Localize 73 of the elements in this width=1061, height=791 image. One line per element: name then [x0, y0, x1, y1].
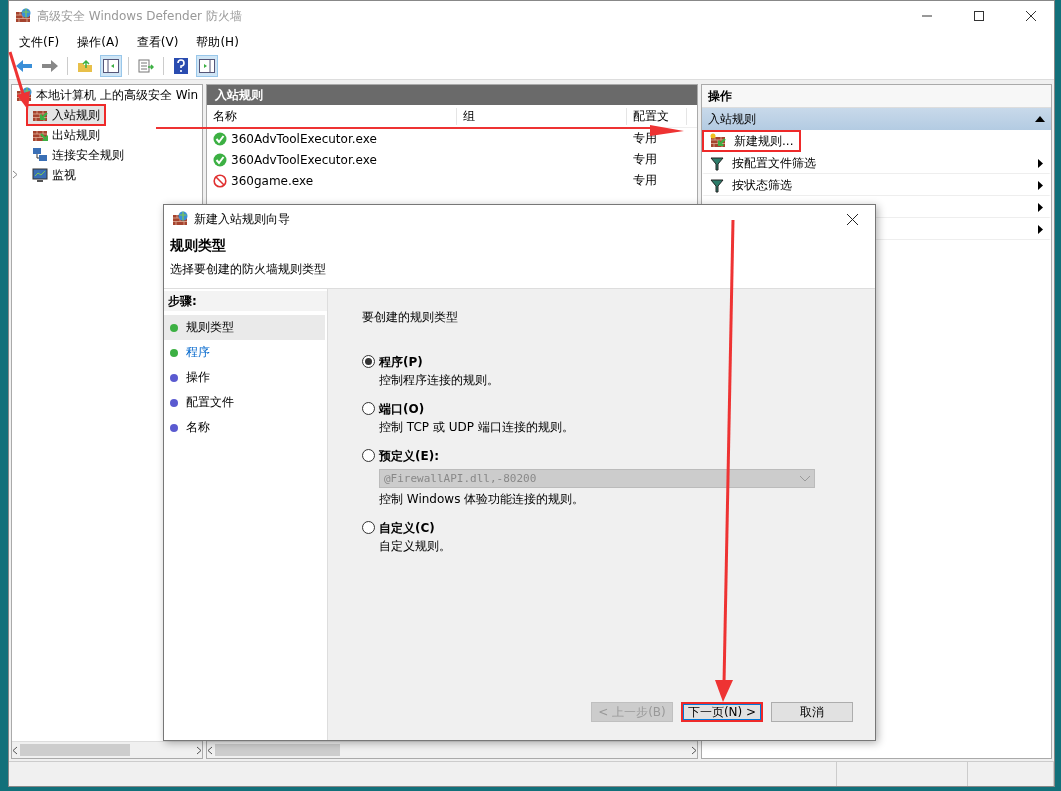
- firewall-icon: [15, 8, 31, 24]
- tree-root[interactable]: 本地计算机 上的高级安全 Win: [36, 86, 199, 104]
- radio-button[interactable]: [362, 521, 375, 534]
- page-subtitle: 选择要创建的防火墙规则类型: [170, 261, 327, 278]
- menu-item[interactable]: 查看(V): [134, 33, 181, 51]
- tree-item[interactable]: 出站规则: [26, 124, 106, 146]
- prompt-text: 要创建的规则类型: [362, 309, 459, 326]
- wizard-step[interactable]: 配置文件: [164, 390, 325, 415]
- action-item[interactable]: 按状态筛选: [702, 174, 1051, 196]
- option-label[interactable]: 预定义(E):: [379, 448, 815, 465]
- radio-button[interactable]: [362, 402, 375, 415]
- scroll-left-icon[interactable]: [12, 745, 18, 755]
- wizard-button[interactable]: 下一页(N) >: [681, 702, 763, 722]
- action-item[interactable]: 按配置文件筛选: [702, 152, 1051, 174]
- menu-item[interactable]: 帮助(H): [194, 33, 241, 51]
- option-description: 控制程序连接的规则。: [379, 372, 499, 389]
- wizard-step[interactable]: 程序: [164, 340, 325, 365]
- scroll-left-icon[interactable]: [207, 745, 213, 755]
- computers-icon: [32, 147, 48, 163]
- new-rule-icon: [710, 133, 726, 149]
- scroll-right-icon[interactable]: [196, 745, 202, 755]
- page-heading: 规则类型: [170, 237, 227, 255]
- action-section[interactable]: 入站规则: [702, 108, 1051, 130]
- menu-item[interactable]: 操作(A): [75, 33, 121, 51]
- tree-item[interactable]: 监视: [26, 164, 82, 186]
- horizontal-scrollbar[interactable]: [12, 741, 202, 758]
- table-cell-text: 专用: [632, 151, 658, 168]
- option-description: 控制 Windows 体验功能连接的规则。: [379, 491, 586, 508]
- filter-icon: [710, 156, 724, 171]
- pane-header: 操作: [702, 85, 1051, 108]
- table-cell-text: 专用: [632, 172, 658, 189]
- close-icon[interactable]: [1026, 11, 1036, 21]
- check-icon: [213, 152, 227, 167]
- table-cell: 360AdvToolExecutor.exe: [207, 152, 457, 167]
- action-item[interactable]: 新建规则...: [702, 130, 802, 152]
- tree-item[interactable]: 入站规则: [26, 104, 106, 126]
- option-label[interactable]: 自定义(C): [379, 520, 451, 537]
- folder-icon: [77, 59, 93, 73]
- tree-item[interactable]: 连接安全规则: [26, 144, 130, 166]
- blocked-icon: [213, 173, 227, 188]
- collapse-icon[interactable]: [1035, 116, 1045, 122]
- column-header[interactable]: 组: [457, 107, 627, 125]
- dialog-title: 新建入站规则向导: [194, 210, 291, 228]
- wizard-button[interactable]: 取消: [771, 702, 853, 722]
- horizontal-scrollbar[interactable]: [207, 741, 697, 758]
- wizard-step[interactable]: 名称: [164, 415, 325, 440]
- column-header[interactable]: 配置文: [627, 107, 687, 125]
- close-icon[interactable]: [846, 213, 858, 225]
- table-cell: 360AdvToolExecutor.exe: [207, 131, 457, 146]
- pane-header: 入站规则: [207, 85, 697, 105]
- option-description: 控制 TCP 或 UDP 端口连接的规则。: [379, 419, 574, 436]
- show-tree-button[interactable]: [100, 55, 122, 77]
- window-title: 高级安全 Windows Defender 防火墙: [37, 7, 243, 25]
- steps-title: 步骤:: [164, 291, 327, 311]
- filter-icon: [710, 178, 724, 193]
- column-header[interactable]: 名称: [207, 107, 457, 125]
- expand-icon[interactable]: [12, 169, 18, 179]
- radio-button[interactable]: [362, 449, 375, 462]
- maximize-icon[interactable]: [974, 11, 984, 21]
- check-icon: [213, 131, 227, 146]
- option-description: 自定义规则。: [379, 538, 451, 555]
- option-label[interactable]: 端口(O): [379, 401, 574, 418]
- menu-item[interactable]: 文件(F): [17, 33, 62, 51]
- scroll-right-icon[interactable]: [691, 745, 697, 755]
- wizard-step[interactable]: 规则类型: [164, 315, 325, 340]
- firewall-icon: [172, 211, 188, 227]
- table-cell: 360game.exe: [207, 173, 457, 188]
- show-action-pane-button[interactable]: [196, 55, 218, 77]
- monitor-icon: [32, 167, 48, 183]
- chevron-icon: [800, 475, 810, 482]
- option-label[interactable]: 程序(P): [379, 354, 499, 371]
- wizard-step[interactable]: 操作: [164, 365, 325, 390]
- radio-button[interactable]: [362, 355, 375, 368]
